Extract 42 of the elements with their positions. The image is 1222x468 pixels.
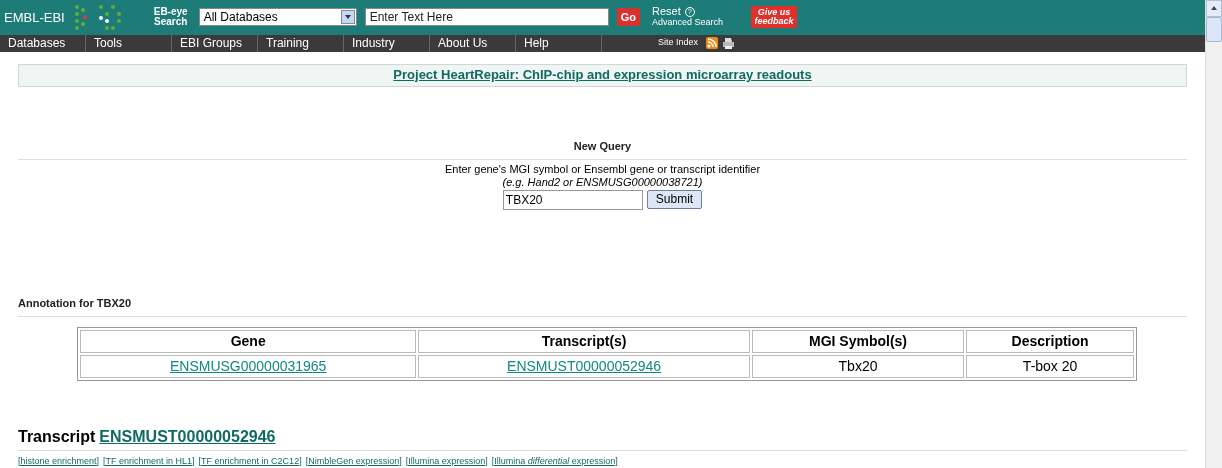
rss-icon[interactable]	[706, 37, 719, 49]
search-label: EB-eye Search	[152, 7, 189, 28]
data-link[interactable]: [TF enrichment in C2C12]	[198, 454, 302, 468]
scrollbar[interactable]	[1205, 0, 1222, 468]
printer-icon[interactable]	[722, 37, 736, 49]
reset-link[interactable]: Reset	[651, 6, 681, 18]
database-select[interactable]: All Databases	[198, 8, 357, 27]
instruction-text: Enter gene's MGI symbol or Ensembl gene or transcript identifier	[444, 162, 761, 176]
transcript-heading: Transcript	[18, 426, 96, 447]
data-link[interactable]: [Illumina expression]	[405, 454, 488, 468]
nav-item[interactable]: About Us	[430, 34, 516, 52]
section-heading: New Query	[573, 139, 632, 152]
nav-item[interactable]: Help	[516, 34, 602, 52]
table-cell: Tbx20	[751, 354, 965, 378]
section-heading: Annotation for TBX20	[18, 296, 132, 309]
table-cell: T-box 20	[966, 354, 1134, 378]
nav-item[interactable]: Industry	[344, 34, 430, 52]
nav-item[interactable]: Databases	[0, 34, 86, 52]
column-header: Transcript(s)	[418, 329, 750, 353]
column-header: MGI Symbol(s)	[751, 329, 965, 353]
nav-item[interactable]: Tools	[86, 34, 172, 52]
data-link[interactable]: [NimbleGen expression]	[305, 454, 402, 468]
scroll-thumb[interactable]	[1206, 17, 1222, 42]
feedback-button[interactable]: Give us feedback	[751, 6, 797, 29]
advanced-search-link[interactable]: Advanced Search	[651, 17, 723, 29]
nav-item[interactable]: Training	[258, 34, 344, 52]
query-input[interactable]: TBX20	[502, 189, 643, 210]
submit-button[interactable]: Submit	[646, 189, 703, 209]
dropdown-icon	[340, 10, 355, 25]
column-header: Description	[966, 329, 1134, 353]
data-link[interactable]: [TF enrichment in HL1]	[103, 454, 195, 468]
data-link[interactable]: [histone enrichment]	[18, 454, 100, 468]
transcript-link[interactable]: ENSMUST00000052946	[99, 424, 276, 449]
example-hint: (e.g. Hand2 or ENSMUSG00000038721)	[502, 175, 703, 189]
nav-item[interactable]: EBI Groups	[172, 34, 258, 52]
scroll-up-icon[interactable]	[1206, 0, 1222, 17]
go-button[interactable]: Go	[616, 8, 640, 27]
logo-text[interactable]: EMBL-EBI	[4, 7, 65, 27]
site-index-link[interactable]: Site Index	[658, 36, 699, 50]
search-field[interactable]: Enter Text Here	[364, 8, 609, 27]
column-header: Gene	[80, 329, 417, 353]
data-link[interactable]: [Illumina differential expression]	[491, 454, 618, 468]
